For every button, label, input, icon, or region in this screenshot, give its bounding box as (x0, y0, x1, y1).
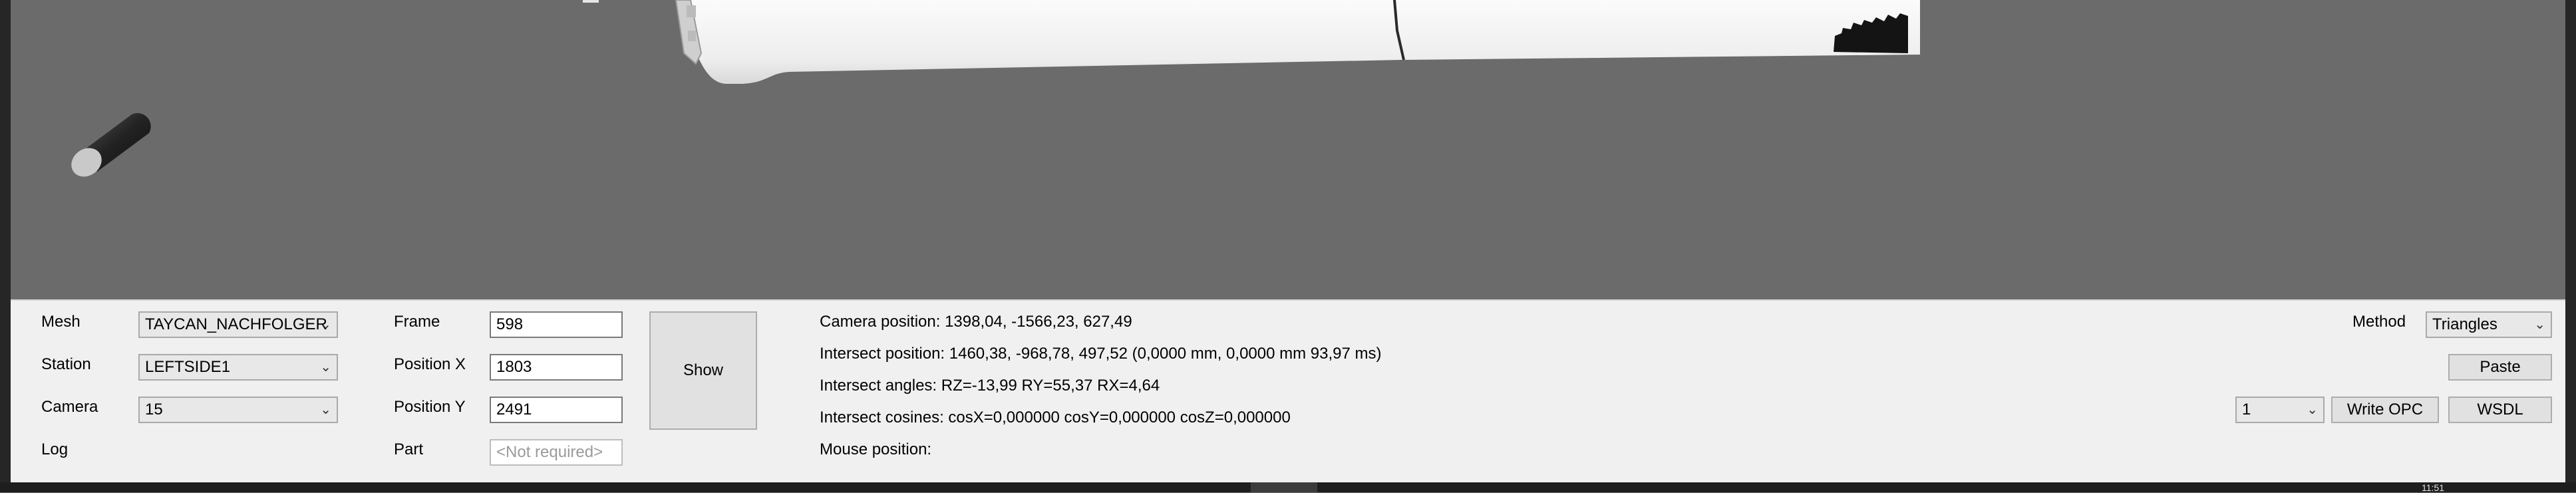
method-dropdown-value: Triangles (2432, 315, 2497, 333)
camera-dropdown-value: 15 (145, 401, 163, 418)
model-clip (687, 5, 696, 17)
camera-dropdown[interactable]: 15 ⌄ (138, 397, 338, 423)
car-body-shell (680, 0, 1920, 84)
show-button[interactable]: Show (649, 311, 757, 430)
station-label: Station (41, 355, 91, 373)
window-edge-left (0, 0, 11, 492)
part-input[interactable]: <Not required> (490, 439, 623, 466)
position-y-input[interactable]: 2491 (490, 397, 623, 423)
position-x-input[interactable]: 1803 (490, 354, 623, 381)
model-fragment (583, 0, 599, 3)
frame-label: Frame (394, 313, 440, 331)
log-label: Log (41, 440, 69, 458)
chevron-down-icon: ⌄ (320, 360, 331, 375)
window-edge-right (2565, 0, 2576, 492)
wsdl-button[interactable]: WSDL (2448, 397, 2552, 423)
part-label: Part (394, 440, 424, 458)
mesh-label: Mesh (41, 313, 80, 331)
control-panel: Mesh TAYCAN_NACHFOLGER ⌄ Station LEFTSID… (11, 299, 2565, 482)
position-x-label: Position X (394, 355, 466, 373)
frame-input[interactable]: 598 (490, 311, 623, 338)
mesh-dropdown[interactable]: TAYCAN_NACHFOLGER ⌄ (138, 311, 338, 338)
method-dropdown[interactable]: Triangles ⌄ (2426, 311, 2552, 338)
mesh-dropdown-value: TAYCAN_NACHFOLGER (145, 315, 327, 333)
taskbar-item[interactable] (1251, 482, 1317, 492)
car-body-model (583, 0, 1920, 84)
opc-select[interactable]: 1 ⌄ (2235, 397, 2325, 423)
tray-clock: 11:51 (2422, 482, 2444, 493)
intersect-cosines-text: Intersect cosines: cosX=0,000000 cosY=0,… (820, 409, 1291, 426)
write-opc-button[interactable]: Write OPC (2331, 397, 2439, 423)
3d-viewport[interactable] (11, 0, 2565, 299)
camera-label: Camera (41, 398, 98, 416)
position-y-label: Position Y (394, 398, 466, 416)
chevron-down-icon: ⌄ (2307, 403, 2318, 417)
chevron-down-icon: ⌄ (2534, 317, 2545, 332)
method-label: Method (2352, 313, 2406, 331)
taskbar: 11:51 (0, 482, 2576, 493)
3d-scene[interactable] (11, 0, 2565, 299)
opc-select-value: 1 (2242, 401, 2251, 418)
mouse-position-text: Mouse position: (820, 440, 932, 458)
camera-position-text: Camera position: 1398,04, -1566,23, 627,… (820, 313, 1132, 331)
station-dropdown-value: LEFTSIDE1 (145, 358, 231, 376)
model-clip (688, 31, 696, 41)
chevron-down-icon: ⌄ (320, 403, 331, 417)
intersect-angles-text: Intersect angles: RZ=-13,99 RY=55,37 RX=… (820, 377, 1160, 395)
station-dropdown[interactable]: LEFTSIDE1 ⌄ (138, 354, 338, 381)
axis-cylinder (71, 113, 151, 177)
paste-button[interactable]: Paste (2448, 354, 2552, 381)
chevron-down-icon: ⌄ (320, 317, 331, 332)
intersect-position-text: Intersect position: 1460,38, -968,78, 49… (820, 345, 1382, 363)
